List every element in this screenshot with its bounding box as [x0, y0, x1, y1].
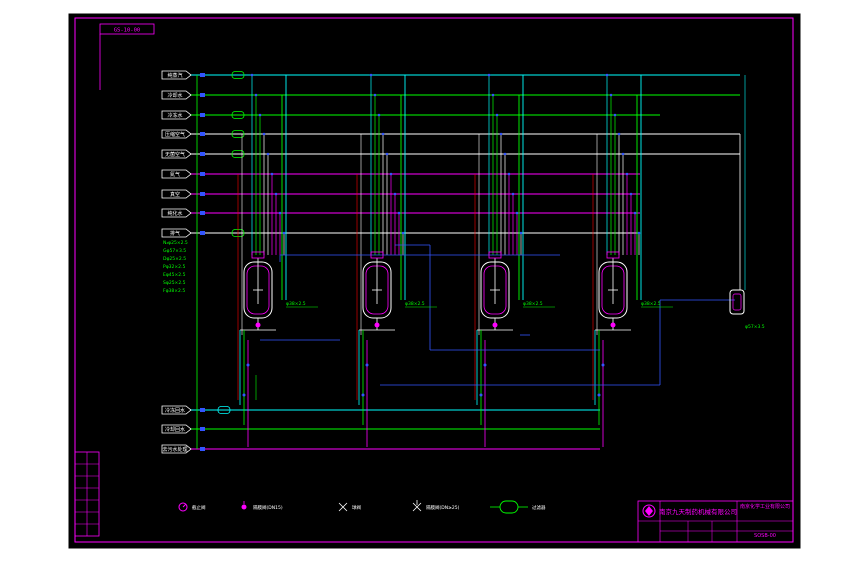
- valve-icon: [200, 93, 205, 97]
- inlet-label-text: 纯化水: [167, 210, 182, 217]
- spec-note: Dφ25×2.5: [163, 256, 186, 262]
- valve-icon: [637, 231, 641, 235]
- inlet-label-text: 冷却回水: [165, 426, 185, 433]
- valve-icon: [609, 93, 613, 97]
- valve-icon: [381, 132, 385, 136]
- valve-icon: [629, 192, 633, 196]
- vessel-pipe-label: φ38×2.5: [641, 301, 661, 307]
- valve-icon: [377, 113, 381, 117]
- valve-icon: [495, 113, 499, 117]
- spec-note: Fφ38×2.5: [163, 288, 185, 294]
- valve-icon: [389, 172, 393, 176]
- valve-icon: [605, 73, 609, 77]
- valve-icon: [274, 192, 278, 196]
- valve-icon: [262, 132, 266, 136]
- drawing-id: GS-10-00: [114, 28, 141, 34]
- valve-icon: [266, 152, 270, 156]
- drawing-number: SOSB-00: [754, 533, 776, 539]
- valve-icon: [200, 132, 205, 136]
- valve-icon: [491, 93, 495, 97]
- spec-note: Sφ25×2.5: [163, 280, 186, 286]
- spec-note: Pφ32×2.5: [163, 264, 185, 270]
- valve-icon: [200, 427, 205, 431]
- pid-drawing: GS-10-00 南京九天制药机械有限公司 南京化学工业有限公司 SOSB-00…: [0, 0, 867, 562]
- valve-icon: [613, 113, 617, 117]
- valve-icon: [625, 172, 629, 176]
- vessel-pipe-label: φ38×2.5: [405, 301, 425, 307]
- valve-icon: [200, 211, 205, 215]
- inlet-label: 去污水处理: [161, 444, 192, 454]
- valve-icon: [200, 447, 205, 451]
- valve-icon: [519, 231, 523, 235]
- filter-pipe-label: φ57×3.5: [745, 324, 765, 330]
- valve-icon: [385, 152, 389, 156]
- valve-icon: [200, 408, 205, 412]
- outlet-valve-icon: [255, 322, 261, 328]
- valve-icon: [621, 152, 625, 156]
- valve-icon: [511, 192, 515, 196]
- inlet-label-text: 压缩空气: [165, 131, 185, 138]
- inlet-label-text: 冷冻水: [167, 112, 182, 119]
- inlet-label-text: 冷却水: [167, 92, 182, 99]
- valve-icon: [503, 152, 507, 156]
- legend-label: 过滤器: [532, 504, 546, 511]
- inlet-label-text: 真空: [170, 191, 180, 198]
- valve-icon: [254, 93, 258, 97]
- valve-icon: [397, 211, 401, 215]
- outlet-valve-icon: [610, 322, 616, 328]
- valve-icon: [200, 73, 205, 77]
- valve-icon: [499, 132, 503, 136]
- outlet-valve-icon: [492, 322, 498, 328]
- valve-icon: [373, 93, 377, 97]
- spec-note: N₂φ25×2.5: [163, 240, 188, 246]
- valve-icon: [282, 231, 286, 235]
- valve-icon: [200, 231, 205, 235]
- valve-icon: [393, 192, 397, 196]
- valve-icon: [278, 211, 282, 215]
- company-name-2: 南京化学工业有限公司: [740, 503, 790, 510]
- valve-icon: [597, 393, 601, 397]
- diaphragm-valve-icon: [241, 504, 247, 510]
- valve-icon: [487, 73, 491, 77]
- valve-icon: [483, 363, 487, 367]
- valve-icon: [270, 172, 274, 176]
- outlet-valve-icon: [374, 322, 380, 328]
- valve-icon: [361, 393, 365, 397]
- valve-icon: [369, 73, 373, 77]
- valve-icon: [200, 192, 205, 196]
- spec-note: Eφ45×2.5: [163, 272, 186, 278]
- valve-icon: [250, 73, 254, 77]
- inlet-label-text: 排气: [170, 230, 180, 237]
- valve-icon: [258, 113, 262, 117]
- valve-icon: [242, 393, 246, 397]
- spec-note: Gφ57×3.5: [163, 248, 186, 254]
- valve-icon: [479, 393, 483, 397]
- company-name: 南京九天制药机械有限公司: [659, 507, 737, 516]
- valve-icon: [507, 172, 511, 176]
- inlet-label-text: 纯蒸汽: [167, 72, 182, 79]
- inlet-label-text: 无菌空气: [165, 151, 185, 158]
- valve-icon: [365, 363, 369, 367]
- valve-icon: [200, 152, 205, 156]
- valve-icon: [633, 211, 637, 215]
- valve-icon: [246, 363, 250, 367]
- inlet-label-text: 去污水处理: [162, 446, 187, 453]
- inlet-label-text: 氮气: [170, 171, 180, 178]
- valve-icon: [515, 211, 519, 215]
- inlet-label-text: 冷冻回水: [165, 407, 185, 414]
- valve-icon: [601, 363, 605, 367]
- legend-label: 隔膜阀(DN15): [253, 504, 283, 511]
- valve-icon: [200, 172, 205, 176]
- vessel-pipe-label: φ38×2.5: [523, 301, 543, 307]
- legend-label: 球阀: [352, 504, 361, 511]
- valve-icon: [401, 231, 405, 235]
- valve-icon: [617, 132, 621, 136]
- legend-label: 截止阀: [192, 504, 206, 511]
- legend-label: 隔膜阀(DN≥25): [426, 504, 460, 511]
- vessel-pipe-label: φ38×2.5: [286, 301, 306, 307]
- valve-icon: [200, 113, 205, 117]
